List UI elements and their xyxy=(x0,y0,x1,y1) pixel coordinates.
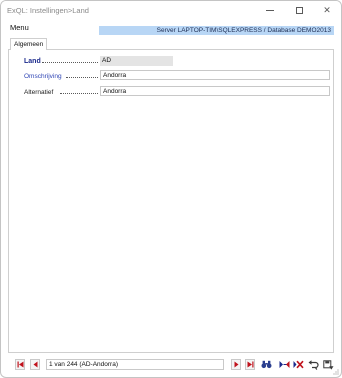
server-info-bar: Server LAPTOP-TIM\SQLEXPRESS / Database … xyxy=(99,26,334,35)
save-icon xyxy=(322,359,333,370)
title-bar[interactable]: ExQL: Instellingen>Land ✕ xyxy=(1,1,341,20)
alternatief-label-leader xyxy=(60,93,98,94)
undo-icon xyxy=(308,359,319,370)
alternatief-label: Alternatief xyxy=(24,89,54,96)
record-status-field: 1 van 244 (AD-Andorra) xyxy=(46,359,224,370)
delete-record-icon xyxy=(293,360,304,369)
search-button[interactable] xyxy=(260,359,272,370)
application-window: ExQL: Instellingen>Land ✕ Menu Server LA… xyxy=(0,0,342,378)
land-code-field: AD xyxy=(100,56,173,66)
omschrijving-input[interactable]: Andorra xyxy=(100,70,330,80)
land-label-leader xyxy=(42,62,98,63)
land-label: Land xyxy=(24,58,41,65)
first-record-button[interactable] xyxy=(15,359,25,370)
record-navigation-bar: 1 van 244 (AD-Andorra) xyxy=(1,356,341,377)
omschrijving-label-leader xyxy=(66,77,98,78)
delete-record-button[interactable] xyxy=(292,359,304,370)
alternatief-input[interactable]: Andorra xyxy=(100,86,330,96)
tab-panel-algemeen: Land AD Omschrijving Andorra Alternatief… xyxy=(8,49,334,353)
tab-algemeen[interactable]: Algemeen xyxy=(10,38,47,50)
menu-item-menu[interactable]: Menu xyxy=(10,23,29,32)
new-record-icon xyxy=(279,361,289,368)
maximize-icon xyxy=(295,7,303,14)
first-record-icon xyxy=(17,361,23,368)
last-record-button[interactable] xyxy=(245,359,255,370)
previous-record-button[interactable] xyxy=(30,359,40,370)
last-record-icon xyxy=(247,361,253,368)
minimize-icon xyxy=(266,10,274,11)
search-binoculars-icon xyxy=(261,360,271,369)
next-record-icon xyxy=(234,361,238,368)
close-button[interactable]: ✕ xyxy=(314,3,340,18)
next-record-button[interactable] xyxy=(231,359,241,370)
maximize-button[interactable] xyxy=(286,3,312,18)
omschrijving-label: Omschrijving xyxy=(24,73,62,80)
window-title: ExQL: Instellingen>Land xyxy=(7,6,89,15)
minimize-button[interactable] xyxy=(257,3,283,18)
previous-record-icon xyxy=(33,361,37,368)
close-icon: ✕ xyxy=(323,5,331,15)
undo-button[interactable] xyxy=(307,359,319,370)
new-record-button[interactable] xyxy=(278,359,290,370)
resize-grip-icon[interactable] xyxy=(333,369,339,375)
